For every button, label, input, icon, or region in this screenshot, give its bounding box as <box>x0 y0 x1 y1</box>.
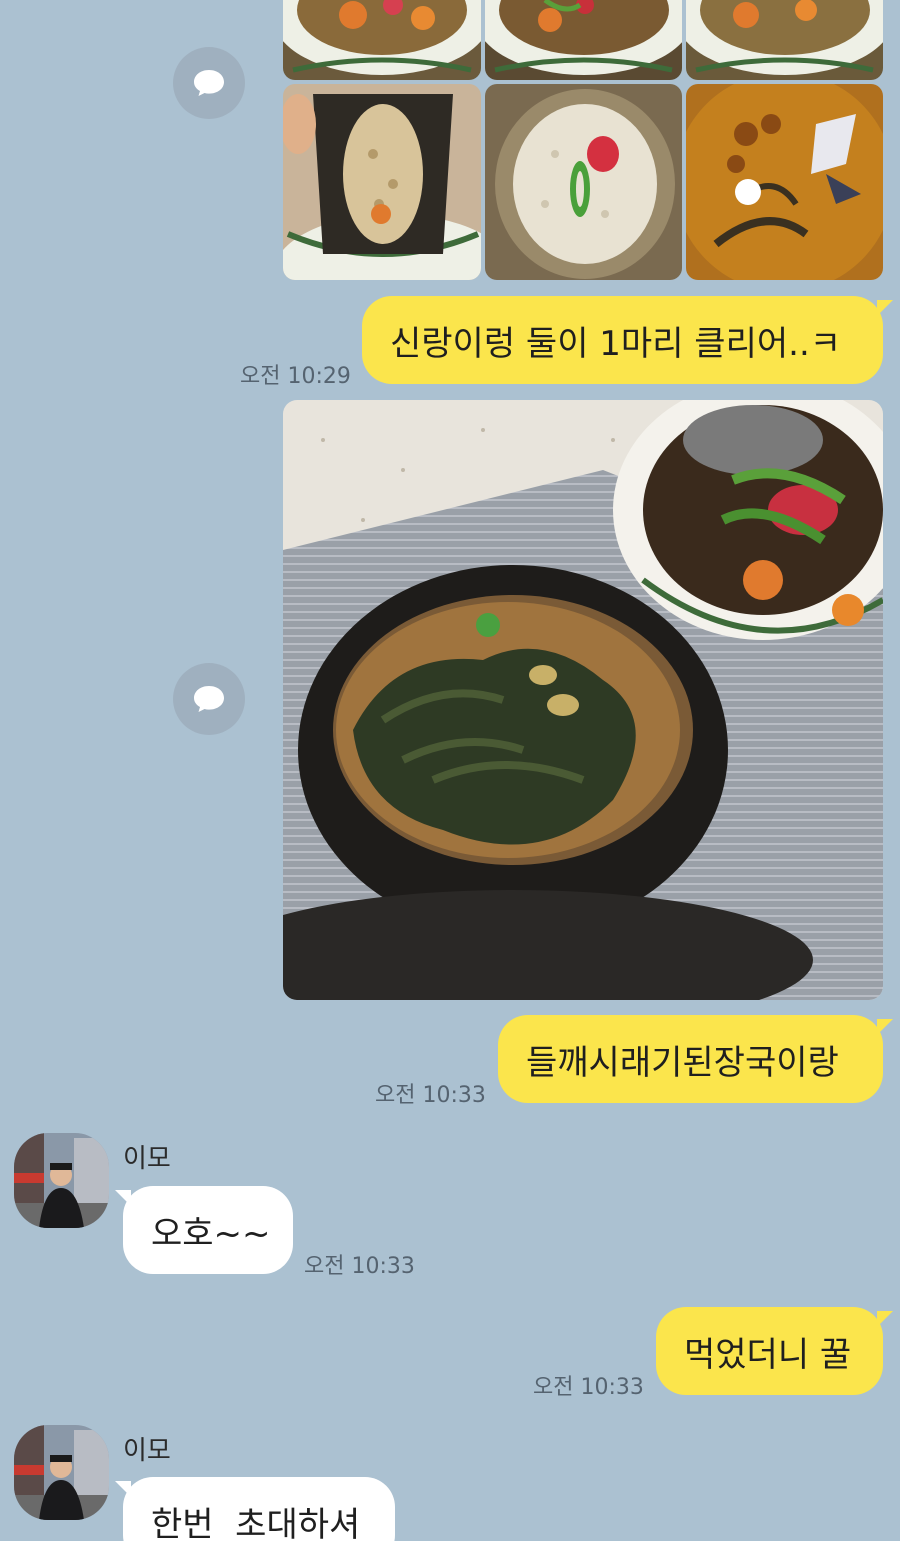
avatar[interactable] <box>14 1133 109 1228</box>
photo-thumbnail-4[interactable] <box>283 84 481 280</box>
photo-thumbnail-5[interactable] <box>485 84 682 280</box>
message-text: 한번 초대하셔 <box>151 1504 361 1541</box>
message-text: 먹었더니 꿀 <box>684 1334 852 1375</box>
share-speech-icon <box>194 70 224 96</box>
chat-bubble-received[interactable]: 한번 초대하셔 <box>123 1477 395 1541</box>
share-button[interactable] <box>173 47 245 119</box>
message-text: 오호~~ <box>151 1213 271 1254</box>
photo-thumbnail-6[interactable] <box>686 84 883 280</box>
share-speech-icon <box>194 686 224 712</box>
message-text: 신랑이렁 둘이 1마리 클리어..ㅋ <box>390 323 842 364</box>
bubble-tail <box>877 300 893 316</box>
chat-bubble-received[interactable]: 오호~~ <box>123 1186 293 1274</box>
photo-thumbnail-2[interactable] <box>485 0 682 80</box>
bubble-tail <box>877 1019 893 1035</box>
photo-attachment[interactable] <box>283 400 883 1000</box>
avatar[interactable] <box>14 1425 109 1520</box>
sender-name: 이모 <box>123 1144 171 1174</box>
bubble-tail <box>877 1311 893 1327</box>
profile-photo <box>14 1133 109 1228</box>
photo-thumbnail-3[interactable] <box>686 0 883 80</box>
chat-bubble-sent[interactable]: 들깨시래기된장국이랑 <box>498 1015 883 1103</box>
chat-bubble-sent[interactable]: 먹었더니 꿀 <box>656 1307 883 1395</box>
message-text: 들깨시래기된장국이랑 <box>526 1042 839 1083</box>
message-time: 오전 10:33 <box>375 1083 486 1108</box>
share-button[interactable] <box>173 663 245 735</box>
profile-photo <box>14 1425 109 1520</box>
message-time: 오전 10:29 <box>240 364 351 389</box>
message-time: 오전 10:33 <box>304 1254 415 1279</box>
chat-bubble-sent[interactable]: 신랑이렁 둘이 1마리 클리어..ㅋ <box>362 296 883 384</box>
message-time: 오전 10:33 <box>533 1375 644 1400</box>
photo-thumbnail-1[interactable] <box>283 0 481 80</box>
bubble-tail <box>115 1481 131 1497</box>
sender-name: 이모 <box>123 1436 171 1466</box>
bubble-tail <box>115 1190 131 1206</box>
